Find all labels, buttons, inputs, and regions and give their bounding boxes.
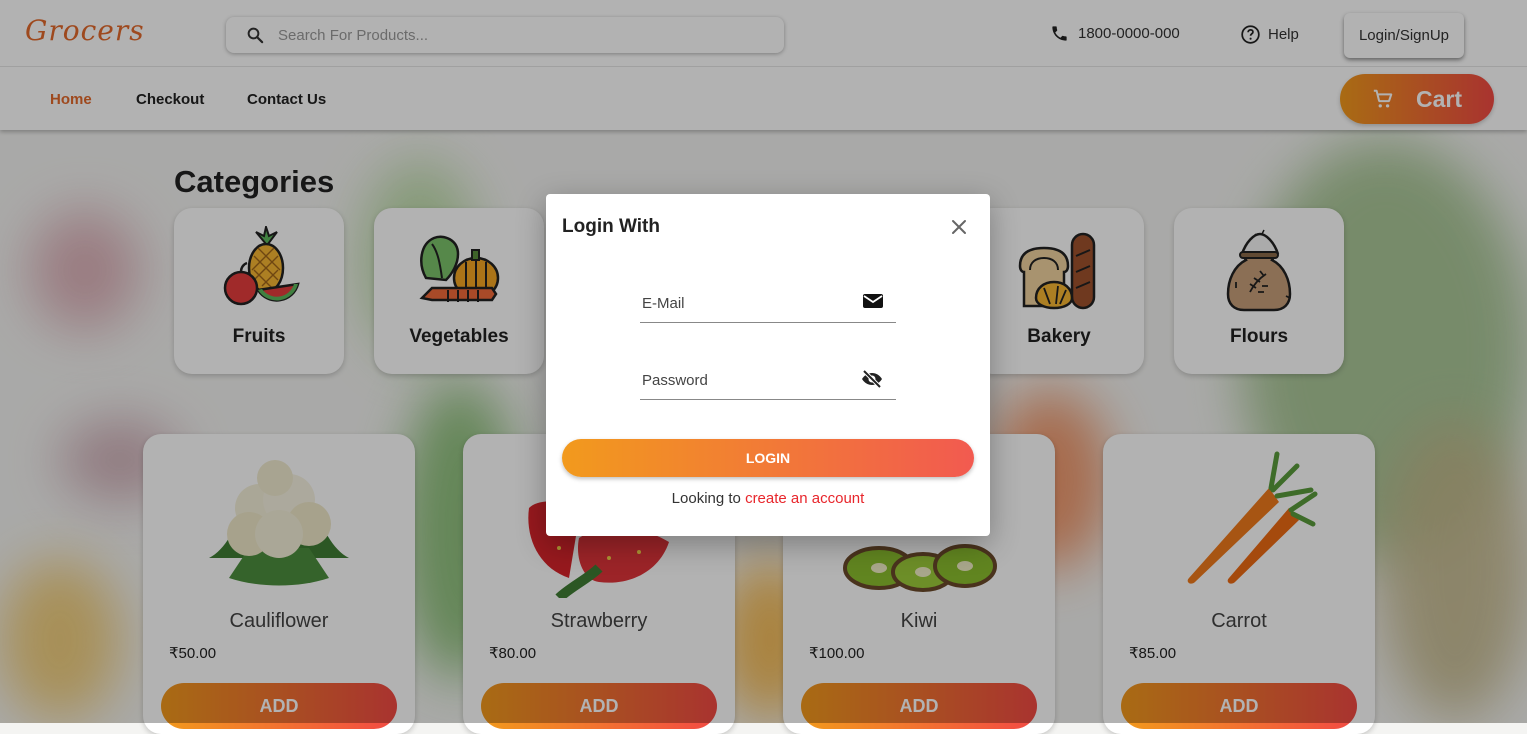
signup-prompt: Looking to create an account (546, 490, 990, 507)
password-input[interactable] (640, 371, 854, 390)
email-field[interactable] (640, 286, 896, 323)
signup-prompt-text: Looking to (671, 490, 746, 507)
password-field[interactable] (640, 363, 896, 400)
login-dialog: Login With LOGIN Looking to create an ac… (546, 194, 990, 536)
create-account-link[interactable]: create an account (745, 490, 864, 507)
close-icon[interactable] (948, 216, 970, 238)
email-input[interactable] (640, 294, 854, 313)
mail-icon (863, 294, 883, 308)
login-button[interactable]: LOGIN (562, 439, 974, 477)
visibility-off-icon[interactable] (860, 369, 884, 389)
dialog-title: Login With (562, 216, 660, 237)
